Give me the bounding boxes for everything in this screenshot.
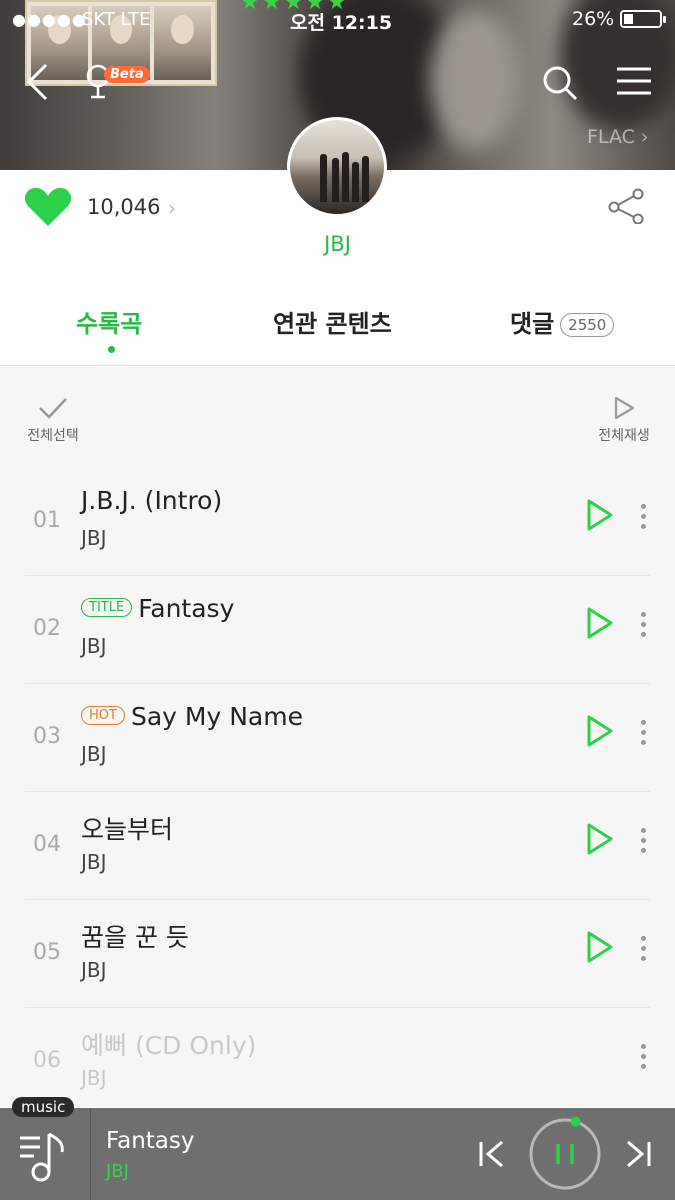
track-title: TITLE Fantasy [81, 594, 234, 623]
track-row[interactable]: 03 HOT Say My Name JBJ [25, 684, 650, 792]
chevron-right-icon: › [168, 196, 176, 220]
track-title-text: Fantasy [138, 594, 235, 623]
status-bar: ●●●●● SKT LTE ★★★★★ 오전 12:15 26% [0, 0, 675, 38]
play-all-label: 전체재생 [598, 428, 650, 444]
track-artist: JBJ [81, 1066, 107, 1090]
track-title: 예뻐 (CD Only) [81, 1026, 256, 1062]
carrier-label: SKT LTE [82, 9, 151, 30]
battery-percent: 26% [572, 8, 615, 30]
next-track-icon[interactable] [622, 1138, 654, 1170]
previous-track-icon[interactable] [476, 1138, 508, 1170]
play-all-button[interactable]: 전체재생 [592, 395, 656, 445]
tab-comments-label: 댓글 [510, 310, 555, 338]
tab-related-content[interactable]: 연관 콘텐츠 [273, 304, 392, 339]
more-options-icon[interactable] [635, 826, 651, 856]
mini-player: Fantasy JBJ [0, 1108, 675, 1200]
play-icon[interactable] [585, 822, 615, 856]
play-icon[interactable] [585, 606, 615, 640]
track-row[interactable]: 01 J.B.J. (Intro) JBJ [25, 468, 650, 576]
track-title: 오늘부터 [81, 810, 173, 846]
active-tab-indicator [108, 346, 115, 353]
album-artist[interactable]: JBJ [0, 232, 675, 256]
tab-comments[interactable]: 댓글 2550 [510, 304, 615, 339]
tab-tracks[interactable]: 수록곡 [76, 304, 142, 339]
track-title-text: J.B.J. (Intro) [81, 486, 223, 515]
play-icon[interactable] [585, 714, 615, 748]
back-icon[interactable] [24, 62, 50, 102]
flac-quality-link[interactable]: FLAC › [587, 126, 649, 148]
check-icon [39, 398, 67, 419]
track-number: 03 [33, 724, 61, 749]
track-number: 05 [33, 940, 61, 965]
select-all-label: 전체선택 [27, 428, 79, 444]
track-title-text: 오늘부터 [81, 815, 174, 844]
comment-count-badge: 2550 [560, 313, 615, 337]
track-artist: JBJ [81, 850, 107, 874]
share-icon[interactable] [606, 188, 646, 224]
track-title: 꿈을 꾼 듯 [81, 918, 189, 954]
clock: 오전 12:15 [290, 12, 393, 34]
hot-badge: HOT [81, 705, 125, 725]
playlist-icon[interactable] [16, 1128, 72, 1184]
more-options-icon[interactable] [635, 610, 651, 640]
now-playing-artist: JBJ [106, 1161, 129, 1182]
track-number: 02 [33, 616, 61, 641]
play-outline-icon [614, 396, 635, 420]
heart-icon[interactable] [24, 186, 72, 228]
track-artist: JBJ [81, 634, 107, 658]
music-chip: music [12, 1097, 75, 1117]
signal-dots-icon: ●●●●● [12, 10, 87, 29]
more-options-icon[interactable] [635, 934, 651, 964]
title-badge: TITLE [81, 597, 133, 617]
album-cover[interactable] [287, 117, 387, 217]
track-title: HOT Say My Name [81, 702, 303, 731]
track-title-text: 예뻐 (CD Only) [81, 1031, 257, 1060]
track-number: 06 [33, 1048, 61, 1073]
track-row[interactable]: 05 꿈을 꾼 듯 JBJ [25, 900, 650, 1008]
track-number: 04 [33, 832, 61, 857]
battery-icon [620, 10, 666, 28]
search-icon[interactable] [541, 64, 579, 102]
more-options-icon[interactable] [635, 1042, 651, 1072]
track-row[interactable]: 04 오늘부터 JBJ [25, 792, 650, 900]
select-all-button[interactable]: 전체선택 [22, 395, 84, 445]
menu-icon[interactable] [617, 66, 651, 96]
beta-badge: Beta [104, 66, 150, 83]
track-artist: JBJ [81, 958, 107, 982]
track-row[interactable]: 02 TITLE Fantasy JBJ [25, 576, 650, 684]
play-icon[interactable] [585, 930, 615, 964]
now-playing-title[interactable]: Fantasy [106, 1128, 195, 1154]
more-options-icon[interactable] [635, 502, 651, 532]
more-options-icon[interactable] [635, 718, 651, 748]
track-title-text: 꿈을 꾼 듯 [81, 923, 189, 952]
pause-button[interactable] [527, 1116, 603, 1192]
like-count[interactable]: 10,046 [87, 195, 160, 219]
play-icon[interactable] [585, 498, 615, 532]
track-number: 01 [33, 508, 61, 533]
track-artist: JBJ [81, 526, 107, 550]
track-row[interactable]: 06 예뻐 (CD Only) JBJ [25, 1008, 650, 1116]
track-artist: JBJ [81, 742, 107, 766]
track-title: J.B.J. (Intro) [81, 486, 222, 515]
progress-indicator [570, 1116, 581, 1127]
track-title-text: Say My Name [130, 702, 303, 731]
tab-bar: 수록곡 연관 콘텐츠 댓글 2550 [0, 290, 675, 366]
